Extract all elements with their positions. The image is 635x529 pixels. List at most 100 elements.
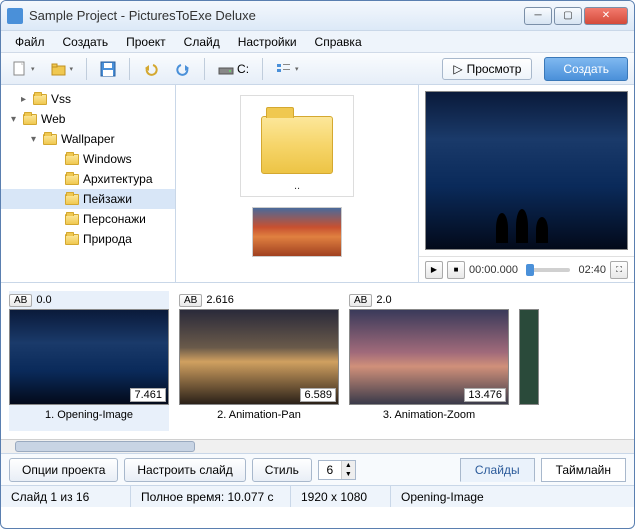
slide-duration: 7.461	[130, 388, 166, 402]
statusbar: Слайд 1 из 16 Полное время: 10.077 с 192…	[1, 485, 634, 507]
file-thumbnail[interactable]	[252, 207, 342, 257]
folder-icon	[23, 114, 37, 125]
menu-slide[interactable]: Слайд	[176, 33, 228, 51]
view-options-button[interactable]: ▾	[271, 59, 304, 79]
tree-label: Web	[41, 112, 65, 126]
ab-button[interactable]: AB	[349, 294, 372, 307]
preview-pane: ▶ ■ 00:00.000 02:40 ⛶	[419, 85, 634, 282]
titlebar: Sample Project - PicturesToExe Deluxe ─ …	[1, 1, 634, 31]
slide-name: 1. Opening-Image	[9, 409, 169, 421]
open-button[interactable]: ▾	[46, 59, 79, 79]
menu-settings[interactable]: Настройки	[230, 33, 305, 51]
new-file-button[interactable]: ▾	[7, 58, 40, 80]
parent-folder-label: ..	[261, 180, 333, 192]
slide-thumbnail[interactable]: 6.589	[179, 309, 339, 405]
tree-item[interactable]: Персонажи	[1, 209, 175, 229]
slide-start-time: 2.0	[376, 294, 391, 306]
play-button[interactable]: ▶	[425, 261, 443, 279]
tree-item[interactable]: Пейзажи	[1, 189, 175, 209]
project-options-button[interactable]: Опции проекта	[9, 458, 118, 482]
folder-icon	[65, 214, 79, 225]
tree-item[interactable]: ▾ Wallpaper	[1, 129, 175, 149]
count-stepper[interactable]: ▲▼	[318, 460, 356, 480]
menu-project[interactable]: Проект	[118, 33, 174, 51]
minimize-button[interactable]: ─	[524, 7, 552, 25]
menu-help[interactable]: Справка	[307, 33, 370, 51]
tree-label: Vss	[51, 92, 71, 106]
ab-button[interactable]: AB	[9, 294, 32, 307]
tree-item[interactable]: Природа	[1, 229, 175, 249]
slide-duration: 13.476	[464, 388, 506, 402]
slide-card[interactable]: AB 2.616 6.589 2. Animation-Pan	[179, 291, 339, 431]
tree-toggle-icon[interactable]: ▸	[21, 94, 33, 105]
close-button[interactable]: ✕	[584, 7, 628, 25]
spin-up[interactable]: ▲	[341, 461, 355, 470]
tree-toggle-icon[interactable]: ▾	[31, 134, 43, 145]
slides-panel: AB0.07.4611. Opening-ImageAB2.6166.5892.…	[1, 283, 634, 453]
maximize-button[interactable]: ▢	[554, 7, 582, 25]
play-icon: ▷	[453, 62, 462, 76]
time-total: 02:40	[578, 264, 606, 276]
menu-create[interactable]: Создать	[55, 33, 117, 51]
drive-button[interactable]: C:	[213, 59, 254, 79]
folder-icon	[65, 194, 79, 205]
undo-button[interactable]	[138, 59, 164, 79]
file-browser[interactable]: ..	[176, 85, 419, 282]
folder-icon	[65, 154, 79, 165]
slide-card[interactable]: AB0.07.4611. Opening-Image	[9, 291, 169, 431]
tree-item[interactable]: ▾ Web	[1, 109, 175, 129]
spin-down[interactable]: ▼	[341, 470, 355, 479]
slides-scrollbar[interactable]	[1, 439, 634, 453]
count-input[interactable]	[319, 463, 341, 477]
slide-duration: 6.589	[300, 388, 336, 402]
configure-slide-button[interactable]: Настроить слайд	[124, 458, 245, 482]
timeline-slider[interactable]	[526, 268, 571, 272]
folder-icon[interactable]	[261, 116, 333, 174]
tree-toggle-icon[interactable]: ▾	[11, 114, 23, 125]
slides-strip[interactable]: AB0.07.4611. Opening-ImageAB2.6166.5892.…	[1, 283, 634, 439]
tree-item[interactable]: ▸ Vss	[1, 89, 175, 109]
slide-name: 3. Animation-Zoom	[349, 409, 509, 421]
toolbar: ▾ ▾ C: ▾ ▷ Просмотр Создать	[1, 53, 634, 85]
folder-icon	[33, 94, 47, 105]
status-time: Полное время: 10.077 с	[131, 486, 291, 507]
slide-card[interactable]: AB 2.0 13.476 3. Animation-Zoom	[349, 291, 509, 431]
tree-label: Windows	[83, 152, 132, 166]
preview-image[interactable]	[425, 91, 628, 250]
folder-icon	[43, 134, 57, 145]
status-resolution: 1920 x 1080	[291, 486, 391, 507]
slide-card[interactable]	[519, 291, 539, 431]
stop-button[interactable]: ■	[447, 261, 465, 279]
app-window: Sample Project - PicturesToExe Deluxe ─ …	[0, 0, 635, 529]
slide-thumbnail[interactable]: 13.476	[349, 309, 509, 405]
tab-slides[interactable]: Слайды	[460, 458, 535, 482]
preview-button[interactable]: ▷ Просмотр	[442, 58, 532, 80]
tree-label: Персонажи	[83, 212, 146, 226]
create-button[interactable]: Создать	[544, 57, 628, 81]
ab-button[interactable]: AB	[179, 294, 202, 307]
fullscreen-button[interactable]: ⛶	[610, 261, 628, 279]
folder-icon	[65, 234, 79, 245]
status-slide: Слайд 1 из 16	[1, 486, 131, 507]
tree-item[interactable]: Архитектура	[1, 169, 175, 189]
menubar: Файл Создать Проект Слайд Настройки Спра…	[1, 31, 634, 53]
tab-timeline[interactable]: Таймлайн	[541, 458, 626, 482]
menu-file[interactable]: Файл	[7, 33, 53, 51]
folder-icon	[65, 174, 79, 185]
tree-label: Природа	[83, 232, 132, 246]
slide-name: 2. Animation-Pan	[179, 409, 339, 421]
tree-label: Wallpaper	[61, 132, 115, 146]
tree-label: Архитектура	[83, 172, 153, 186]
preview-label: Просмотр	[467, 62, 522, 76]
slide-thumbnail[interactable]: 7.461	[9, 309, 169, 405]
save-button[interactable]	[95, 58, 121, 80]
tree-item[interactable]: Windows	[1, 149, 175, 169]
redo-button[interactable]	[170, 59, 196, 79]
status-name: Opening-Image	[391, 486, 634, 507]
bottom-toolbar: Опции проекта Настроить слайд Стиль ▲▼ С…	[1, 453, 634, 485]
folder-tree[interactable]: ▸ Vss ▾ Web ▾ Wallpaper Windows Архитектура Пейз…	[1, 85, 176, 282]
window-title: Sample Project - PicturesToExe Deluxe	[29, 8, 524, 23]
slide-start-time: 2.616	[206, 294, 234, 306]
style-button[interactable]: Стиль	[252, 458, 312, 482]
time-current: 00:00.000	[469, 264, 518, 276]
